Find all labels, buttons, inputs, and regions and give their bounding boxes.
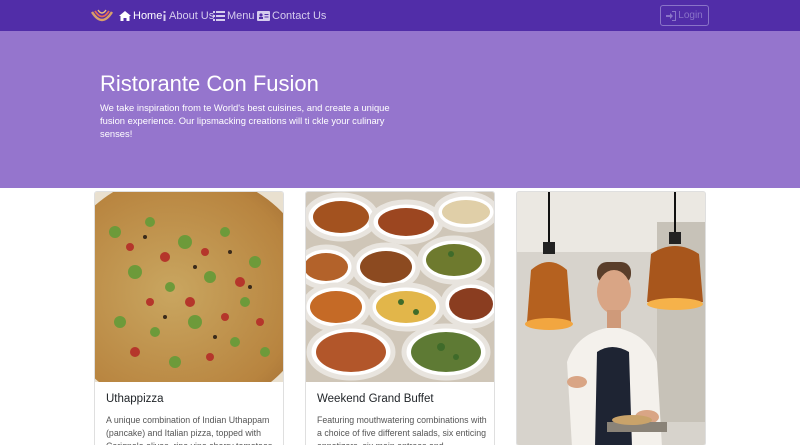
card-text: Featuring mouthwatering combinations wit… bbox=[317, 415, 487, 445]
nav-about-label: About Us bbox=[169, 9, 215, 22]
buffet-photo bbox=[306, 192, 494, 382]
nav-home-label: Home bbox=[133, 9, 163, 22]
nav-about[interactable]: About Us bbox=[162, 0, 214, 31]
sign-in-icon bbox=[666, 10, 677, 21]
login-label: Login bbox=[678, 10, 703, 21]
dish-card-buffet[interactable]: Weekend Grand Buffet Featuring mouthwate… bbox=[305, 191, 495, 445]
dish-card-uthappizza[interactable]: Uthappizza A unique combination of India… bbox=[94, 191, 284, 445]
login-button[interactable]: Login bbox=[660, 5, 709, 26]
jumbotron: Ristorante Con Fusion We take inspiratio… bbox=[0, 31, 800, 188]
page-title: Ristorante Con Fusion bbox=[100, 71, 319, 96]
chef-card[interactable] bbox=[516, 191, 706, 445]
nav-home[interactable]: Home bbox=[119, 0, 162, 31]
chef-photo bbox=[517, 192, 705, 445]
info-icon bbox=[162, 10, 167, 21]
home-icon bbox=[119, 10, 131, 21]
address-card-icon bbox=[257, 10, 270, 21]
nav-menu[interactable]: Menu bbox=[213, 0, 255, 31]
nav-menu-label: Menu bbox=[227, 9, 255, 22]
nav-contact[interactable]: Contact Us bbox=[257, 0, 326, 31]
list-icon bbox=[213, 10, 225, 21]
restaurant-logo-icon[interactable] bbox=[90, 6, 114, 25]
nav-contact-label: Contact Us bbox=[272, 9, 327, 22]
jumbotron-text: We take inspiration from te World's best… bbox=[100, 102, 390, 139]
card-text: A unique combination of Indian Uthappam … bbox=[106, 415, 272, 445]
card-title: Uthappizza bbox=[106, 393, 164, 405]
card-title: Weekend Grand Buffet bbox=[317, 393, 434, 405]
navbar: Home About Us Menu Contact Us Login bbox=[0, 0, 800, 31]
pizza-photo bbox=[95, 192, 283, 382]
